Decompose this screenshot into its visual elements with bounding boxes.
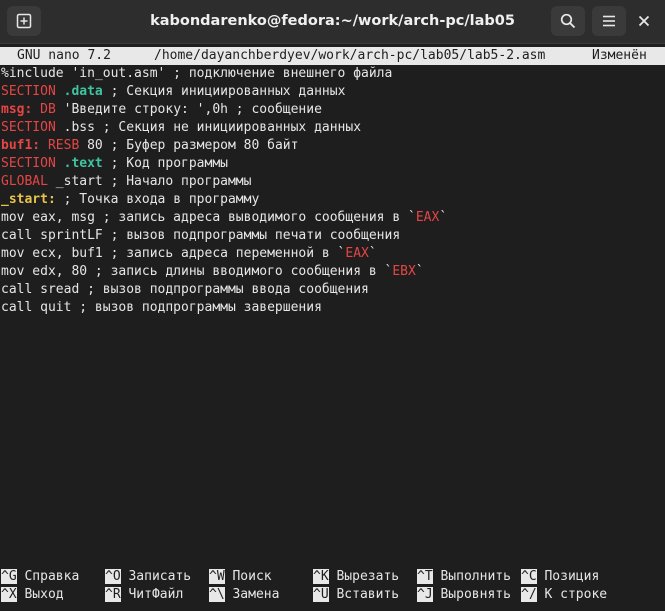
editor-buffer[interactable]: %include 'in_out.asm' ; подключение внеш…: [1, 65, 661, 317]
shortcut-help[interactable]: ^G Справка: [1, 568, 79, 586]
nano-modified-status: Изменён: [592, 48, 647, 63]
code-line: call sread ; вызов подпрограммы ввода со…: [1, 282, 369, 297]
shortcut-paste[interactable]: ^U Вставить: [313, 586, 399, 604]
shortcut-search[interactable]: ^W Поиск: [209, 568, 272, 586]
shortcut-justify[interactable]: ^J Выровнять: [417, 586, 511, 604]
shortcut-write[interactable]: ^O Записать: [105, 568, 191, 586]
code-line: _start: ; Точка входа в программу: [1, 192, 260, 207]
nano-shortcut-bar: ^G Справка ^O Записать ^W Поиск ^K Вырез…: [0, 568, 665, 608]
code-line: call quit ; вызов подпрограммы завершени…: [1, 300, 322, 315]
code-line: mov edx, 80 ; запись длины вводимого соо…: [1, 264, 424, 279]
title-bar: kabondarenko@fedora:~/work/arch-pc/lab05: [0, 0, 665, 44]
new-tab-button[interactable]: [7, 6, 41, 36]
close-button[interactable]: [627, 6, 661, 36]
new-tab-icon: [16, 13, 32, 29]
shortcut-cut[interactable]: ^K Вырезать: [313, 568, 399, 586]
code-line: %include 'in_out.asm' ; подключение внеш…: [1, 66, 393, 81]
code-line: buf1: RESB 80 ; Буфер размером 80 байт: [1, 138, 299, 153]
close-icon: [638, 15, 650, 27]
nano-header-bar: GNU nano 7.2 /home/dayanchberdyev/work/a…: [0, 47, 665, 65]
code-line: msg: DB 'Введите строку: ',0h ; сообщени…: [1, 102, 322, 117]
search-button[interactable]: [551, 6, 585, 36]
shortcut-replace[interactable]: ^\ Замена: [209, 586, 279, 604]
shortcut-go-to-line[interactable]: ^/ К строке: [521, 586, 607, 604]
terminal-area[interactable]: GNU nano 7.2 /home/dayanchberdyev/work/a…: [0, 45, 665, 611]
code-line: mov ecx, buf1 ; запись адреса переменной…: [1, 246, 377, 261]
shortcut-execute[interactable]: ^T Выполнить: [417, 568, 511, 586]
code-line: SECTION .bss ; Секция не инициированных …: [1, 120, 362, 135]
code-line: GLOBAL _start ; Начало программы: [1, 174, 252, 189]
nano-file-path: /home/dayanchberdyev/work/arch-pc/lab05/…: [154, 48, 546, 63]
terminal-window: kabondarenko@fedora:~/work/arch-pc/lab05…: [0, 0, 665, 611]
hamburger-menu-icon: [603, 15, 615, 27]
code-line: SECTION .data ; Секция инициированных да…: [1, 84, 346, 99]
menu-button[interactable]: [592, 6, 626, 36]
window-title: kabondarenko@fedora:~/work/arch-pc/lab05: [150, 13, 515, 29]
nano-version: GNU nano 7.2: [17, 48, 111, 63]
code-line: mov eax, msg ; запись адреса выводимого …: [1, 210, 448, 225]
code-line: SECTION .text ; Код программы: [1, 156, 228, 171]
search-icon: [560, 13, 576, 29]
code-line: call sprintLF ; вызов подпрограммы печат…: [1, 228, 401, 243]
shortcut-exit[interactable]: ^X Выход: [1, 586, 64, 604]
shortcut-location[interactable]: ^C Позиция: [521, 568, 599, 586]
shortcut-read-file[interactable]: ^R ЧитФайл: [105, 586, 183, 604]
